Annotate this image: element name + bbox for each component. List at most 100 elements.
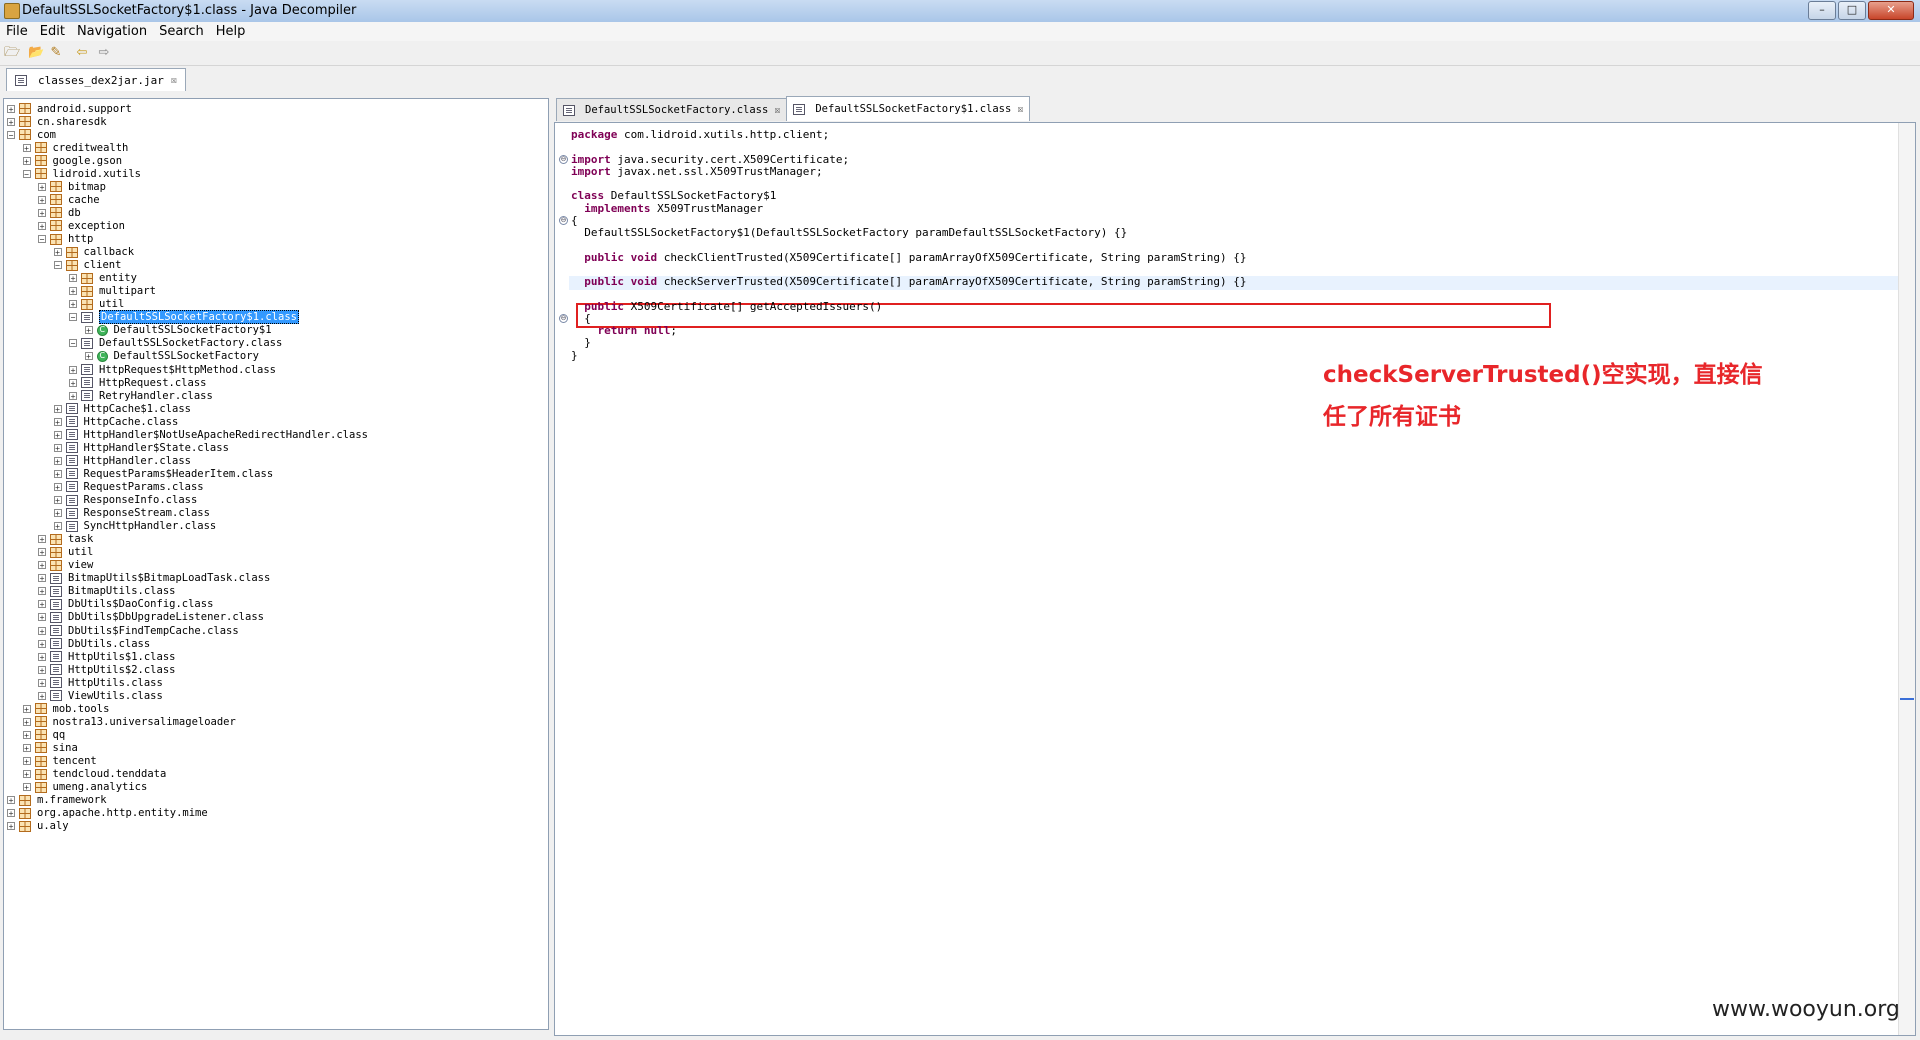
collapse-icon[interactable]: − (7, 130, 15, 139)
expand-icon[interactable]: + (53, 509, 62, 518)
expand-icon[interactable]: + (38, 561, 46, 570)
expand-icon[interactable]: + (22, 783, 31, 792)
tree-item[interactable]: + task (38, 533, 93, 546)
expand-icon[interactable]: + (69, 274, 77, 283)
tree-item[interactable]: + ViewUtils.class (38, 689, 163, 702)
tree-item[interactable]: + RequestParams.class (53, 480, 204, 493)
expand-icon[interactable]: + (38, 691, 46, 700)
tree-item[interactable]: + entity (69, 272, 137, 285)
expand-icon[interactable]: + (69, 287, 77, 296)
tree-item[interactable]: + HttpCache$1.class (53, 402, 191, 415)
collapse-icon[interactable]: − (69, 313, 77, 322)
expand-icon[interactable]: + (38, 208, 46, 217)
tree-item[interactable]: + HttpUtils.class (38, 676, 163, 689)
tree-item[interactable]: − DefaultSSLSocketFactory.class (69, 337, 282, 350)
expand-icon[interactable]: + (53, 456, 62, 465)
expand-icon[interactable]: + (84, 352, 93, 361)
expand-icon[interactable]: + (7, 796, 15, 805)
tree-item[interactable]: + cache (38, 193, 100, 206)
maximize-button[interactable]: □ (1838, 1, 1866, 20)
expand-icon[interactable]: + (53, 404, 62, 413)
menu-edit[interactable]: Edit (34, 22, 71, 41)
tree-item[interactable]: + u.aly (7, 820, 69, 833)
expand-icon[interactable]: + (38, 652, 46, 661)
tree-item[interactable]: + DefaultSSLSocketFactory$1 (84, 324, 272, 337)
fold-toggle-icon[interactable]: ⊖ (559, 215, 568, 225)
collapse-icon[interactable]: − (22, 169, 31, 178)
tree-item[interactable]: + cn.sharesdk (7, 115, 107, 128)
expand-icon[interactable]: + (38, 535, 46, 544)
tree-item[interactable]: + util (38, 546, 93, 559)
expand-icon[interactable]: + (38, 587, 46, 596)
tab-defaultsslsocketfactory[interactable]: DefaultSSLSocketFactory.class ☒ (556, 98, 788, 121)
expand-icon[interactable]: + (22, 757, 31, 766)
expand-icon[interactable]: + (38, 626, 46, 635)
close-icon[interactable]: ☒ (774, 105, 780, 116)
tree-item[interactable]: + HttpRequest$HttpMethod.class (69, 363, 276, 376)
fold-toggle-icon[interactable]: ⊖ (559, 313, 568, 323)
tree-item[interactable]: + google.gson (22, 154, 122, 167)
tree-item[interactable]: + sina (22, 741, 78, 754)
tree-item[interactable]: − lidroid.xutils (22, 167, 141, 180)
tree-item[interactable]: + org.apache.http.entity.mime (7, 807, 208, 820)
expand-icon[interactable]: + (53, 443, 62, 452)
tree-item[interactable]: − com (7, 128, 56, 141)
tree-item[interactable]: − http (38, 233, 93, 246)
expand-icon[interactable]: + (38, 195, 46, 204)
expand-icon[interactable]: + (53, 482, 62, 491)
expand-icon[interactable]: + (22, 143, 31, 152)
expand-icon[interactable]: + (84, 326, 93, 335)
tree-item[interactable]: + RetryHandler.class (69, 389, 213, 402)
expand-icon[interactable]: + (38, 548, 46, 557)
minimize-button[interactable]: – (1808, 1, 1836, 20)
tree-item[interactable]: + callback (53, 246, 134, 259)
expand-icon[interactable]: + (7, 822, 15, 831)
tree-item[interactable]: + HttpHandler$NotUseApacheRedirectHandler… (53, 428, 368, 441)
menu-navigation[interactable]: Navigation (71, 22, 153, 41)
expand-icon[interactable]: + (69, 378, 77, 387)
tree-item[interactable]: + HttpUtils$1.class (38, 650, 175, 663)
tree-item[interactable]: + SyncHttpHandler.class (53, 520, 216, 533)
expand-icon[interactable]: + (7, 809, 15, 818)
tree-item[interactable]: − DefaultSSLSocketFactory$1.class (69, 310, 299, 325)
expand-icon[interactable]: + (53, 469, 62, 478)
expand-icon[interactable]: + (53, 430, 62, 439)
tree-item[interactable]: + umeng.analytics (22, 781, 147, 794)
expand-icon[interactable]: + (7, 104, 15, 113)
expand-icon[interactable]: + (38, 678, 46, 687)
expand-icon[interactable]: + (7, 117, 15, 126)
expand-icon[interactable]: + (22, 730, 31, 739)
tree-item[interactable]: + DbUtils$DaoConfig.class (38, 598, 213, 611)
expand-icon[interactable]: + (53, 417, 62, 426)
close-icon[interactable]: ☒ (171, 75, 177, 86)
collapse-icon[interactable]: − (38, 235, 46, 244)
menu-search[interactable]: Search (153, 22, 210, 41)
open-recent-icon[interactable]: 📂 (28, 46, 44, 60)
tree-item[interactable]: + DbUtils.class (38, 637, 150, 650)
open-file-icon[interactable]: 🗁 (4, 46, 20, 60)
expand-icon[interactable]: + (38, 613, 46, 622)
forward-arrow-icon[interactable]: ⇨ (96, 46, 112, 60)
close-icon[interactable]: ☒ (1017, 104, 1023, 115)
expand-icon[interactable]: + (38, 665, 46, 674)
tree-item[interactable]: + creditwealth (22, 141, 128, 154)
expand-icon[interactable]: + (38, 574, 46, 583)
close-button[interactable]: ✕ (1868, 1, 1914, 20)
expand-icon[interactable]: + (38, 600, 46, 609)
collapse-icon[interactable]: − (53, 261, 62, 270)
tree-item[interactable]: − client (53, 259, 121, 272)
tree-item[interactable]: + HttpUtils$2.class (38, 663, 175, 676)
tree-item[interactable]: + qq (22, 728, 65, 741)
expand-icon[interactable]: + (38, 182, 46, 191)
tree-item[interactable]: + view (38, 559, 93, 572)
tree-item[interactable]: + BitmapUtils.class (38, 585, 175, 598)
expand-icon[interactable]: + (69, 391, 77, 400)
expand-icon[interactable]: + (22, 770, 31, 779)
menu-file[interactable]: File (0, 22, 34, 41)
expand-icon[interactable]: + (69, 300, 77, 309)
tree-item[interactable]: + android.support (7, 102, 132, 115)
tree-item[interactable]: + nostra13.universalimageloader (22, 715, 236, 728)
tree-item[interactable]: + tendcloud.tenddata (22, 768, 166, 781)
expand-icon[interactable]: + (22, 717, 31, 726)
expand-icon[interactable]: + (53, 248, 62, 257)
